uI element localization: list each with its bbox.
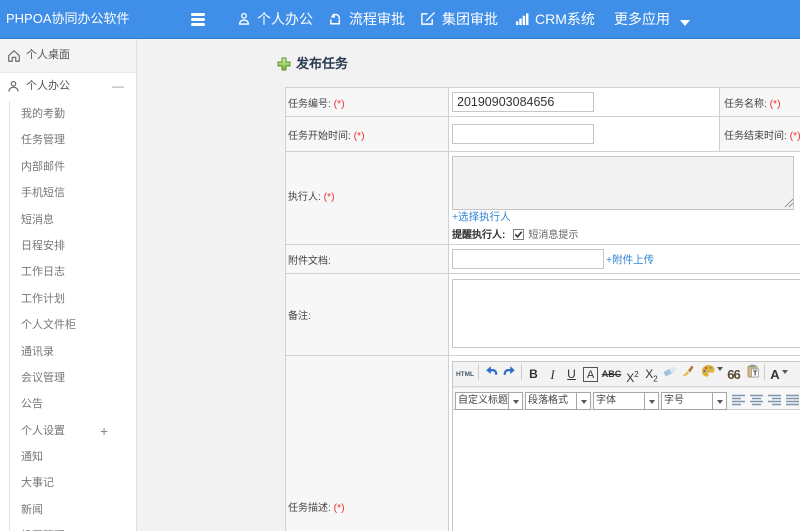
svg-text:T: T: [753, 371, 758, 378]
